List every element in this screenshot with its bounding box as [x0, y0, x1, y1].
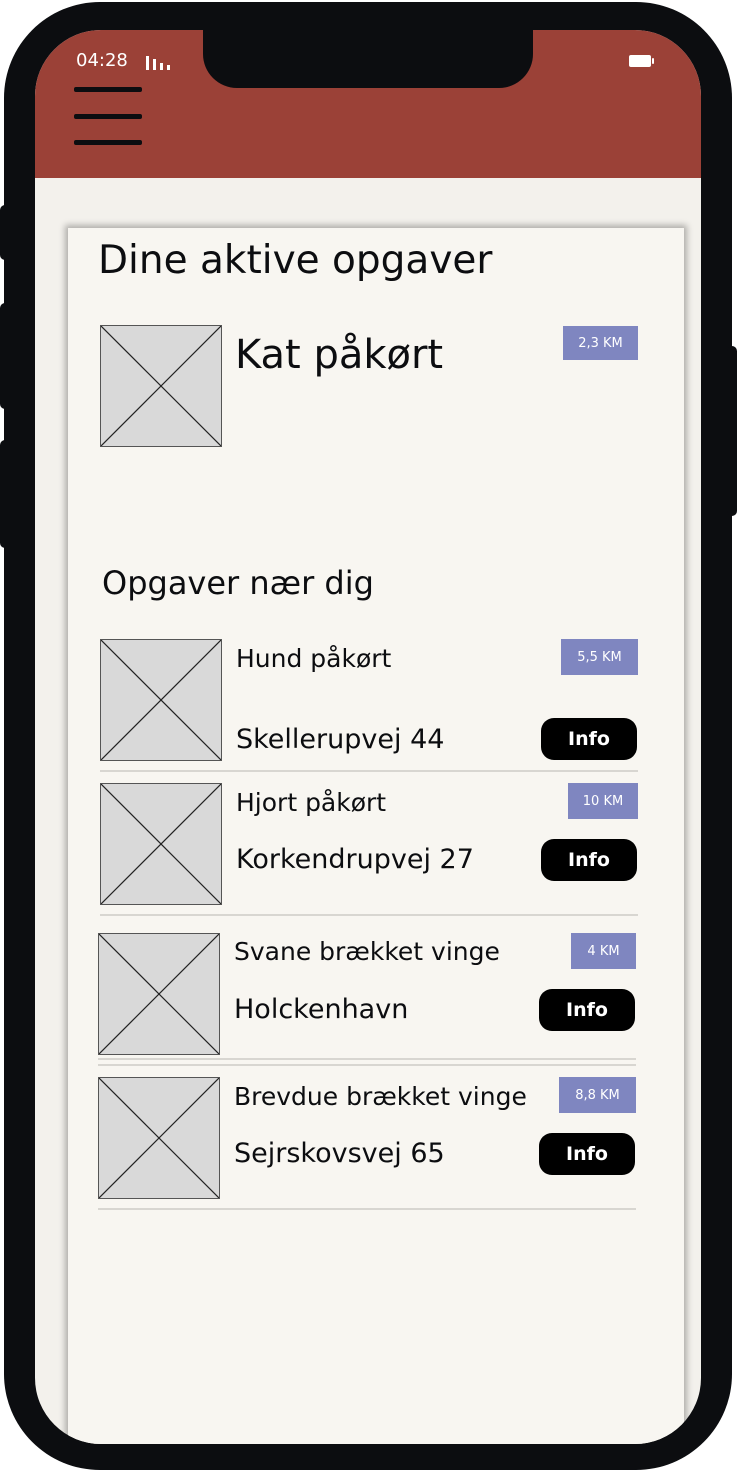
info-button[interactable]: Info — [541, 839, 637, 881]
phone-screen: 04:28 Dine aktive opgaver Kat påkørt 2,3… — [35, 30, 701, 1444]
distance-badge: 8,8 KM — [559, 1077, 636, 1113]
task-address: Sejrskovsvej 65 — [234, 1138, 445, 1169]
task-address: Holckenhavn — [234, 994, 409, 1025]
image-placeholder-icon — [100, 783, 222, 905]
task-title: Brevdue brækket vinge — [234, 1082, 527, 1111]
divider — [98, 1058, 636, 1060]
phone-side-button-right — [727, 346, 737, 516]
task-title: Svane brækket vinge — [234, 937, 500, 966]
divider — [100, 914, 638, 916]
info-button[interactable]: Info — [539, 989, 635, 1031]
phone-side-button-left-2 — [0, 303, 10, 409]
distance-badge: 2,3 KM — [563, 326, 638, 360]
divider — [100, 770, 638, 772]
image-placeholder-icon — [100, 639, 222, 761]
hamburger-menu-icon[interactable] — [74, 87, 142, 147]
active-task-title: Kat påkørt — [235, 332, 444, 378]
page-title: Dine aktive opgaver — [98, 238, 493, 283]
task-address: Skellerupvej 44 — [236, 724, 445, 755]
image-placeholder-icon — [98, 1077, 220, 1199]
info-button[interactable]: Info — [539, 1133, 635, 1175]
divider — [98, 1064, 636, 1066]
battery-icon — [629, 55, 654, 67]
image-placeholder-icon — [98, 933, 220, 1055]
task-title: Hund påkørt — [236, 644, 392, 673]
info-button[interactable]: Info — [541, 718, 637, 760]
section-title-nearby: Opgaver nær dig — [102, 564, 374, 602]
task-title: Hjort påkørt — [236, 788, 387, 817]
distance-badge: 5,5 KM — [561, 639, 638, 675]
phone-side-button-left-3 — [0, 440, 10, 548]
divider — [98, 1208, 636, 1210]
signal-icon — [146, 54, 172, 70]
task-address: Korkendrupvej 27 — [236, 844, 474, 875]
status-time: 04:28 — [76, 50, 128, 71]
image-placeholder-icon — [100, 325, 222, 447]
distance-badge: 10 KM — [568, 783, 638, 819]
phone-notch — [203, 30, 533, 88]
phone-side-button-left-1 — [0, 205, 10, 260]
distance-badge: 4 KM — [571, 933, 636, 969]
